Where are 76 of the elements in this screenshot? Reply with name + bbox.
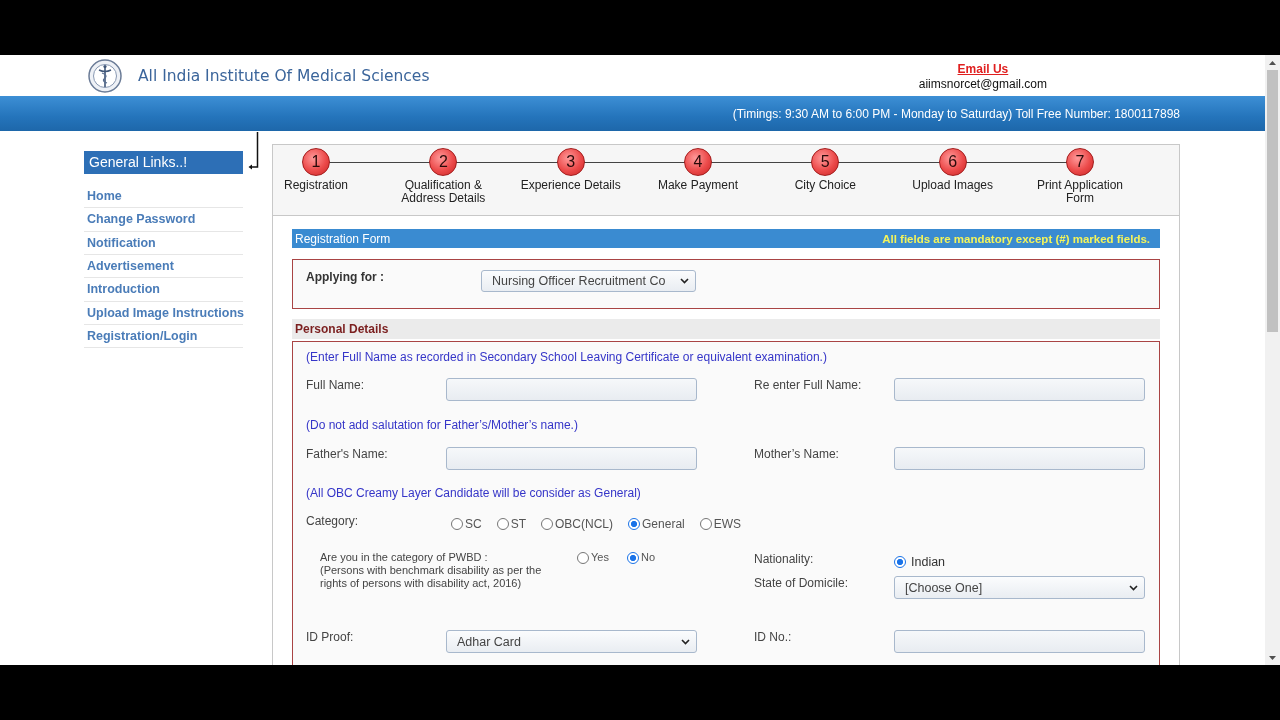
pwbd-note: (Persons with benchmark disability as per the rights of persons with disability act, 2016) [320,564,543,590]
chevron-down-icon [681,638,690,645]
step-label: Experience Details [519,179,622,192]
step-label: Qualification & Address Details [400,179,487,205]
step-label: Registration [283,179,349,192]
site-title: All India Institute Of Medical Sciences [138,66,430,85]
radio-label[interactable]: No [640,551,655,564]
radio-button[interactable] [496,518,509,530]
id-proof-dropdown[interactable]: Adhar Card [446,630,697,653]
radio-label[interactable]: OBC(NCL) [555,517,614,531]
instruction-note: (All OBC Creamy Layer Candidate will be consider as General) [306,486,642,500]
full-name-field[interactable] [446,378,697,401]
radio-button[interactable] [699,518,712,530]
sidebar-link[interactable]: Upload Image Instructions [84,301,243,325]
step-label: Upload Images [911,179,994,192]
id-number-field[interactable] [894,630,1145,653]
radio-label[interactable]: Yes [591,551,609,564]
radio-button[interactable] [451,518,463,530]
step-marker: 3 [556,148,585,176]
sidebar-link[interactable]: Advertisement [84,255,243,279]
sidebar-link[interactable]: Registration/Login [84,324,243,349]
field-label: Nationality: [754,552,815,566]
applying-for-dropdown[interactable]: Nursing Officer Recruitment Co [481,270,696,292]
timings-text: (Timings: 9:30 AM to 6:00 PM - Monday to Saturday) Toll Free Number: 1800117898 [732,106,1180,121]
field-label: Mother’s Name: [754,447,840,461]
field-label: Full Name: [306,378,365,392]
field-label: Category: [306,514,360,528]
field-label: Re enter Full Name: [754,378,863,392]
instruction-note: (Do not add salutation for Father’s/Mother’s name.) [306,418,579,432]
field-label: Applying for : [306,270,385,284]
radio-button[interactable] [577,551,589,564]
step-marker: 2 [429,148,458,176]
sidebar-link[interactable]: Introduction [84,278,243,302]
mother-name-field[interactable] [894,447,1145,470]
scroll-up-icon[interactable] [1269,60,1276,65]
field-label: State of Domicile: [754,576,850,590]
re-enter-name-field[interactable] [894,378,1145,401]
step-marker: 6 [938,148,967,176]
section-title: Registration Form [295,231,391,246]
radio-label[interactable]: SC [465,517,482,531]
emblem-icon [88,58,122,93]
sidebar-link[interactable]: Change Password [84,208,243,232]
domicile-dropdown[interactable]: [Choose One] [894,576,1145,599]
radio-label[interactable]: EWS [713,517,742,531]
radio-label[interactable]: ST [510,517,526,531]
instruction-note: (Enter Full Name as recorded in Secondary School Leaving Certificate or equivalent examination.) [306,350,828,364]
field-label: Father's Name: [306,447,389,461]
step-label: Print Application Form [1035,179,1124,205]
radio-label[interactable]: Indian [911,555,946,569]
radio-button[interactable] [626,551,639,564]
email-address: aiimsnorcet@gmail.com [918,76,1047,92]
radio-button[interactable] [541,518,553,530]
scroll-down-icon[interactable] [1269,655,1276,660]
field-label: ID Proof: [306,630,355,644]
scrollbar-thumb[interactable] [1267,70,1278,332]
corner-arrow-icon [248,132,259,170]
radio-button[interactable] [628,518,641,530]
step-label: City Choice [793,179,857,192]
step-marker: 7 [1065,148,1094,176]
step-marker: 1 [302,148,330,176]
sidebar-link[interactable]: Home [84,185,243,209]
radio-button[interactable] [894,556,906,568]
chevron-down-icon [680,278,689,284]
mandatory-note: All fields are mandatory except (#) marked fields. [882,232,1150,245]
section-title: Personal Details [295,322,389,336]
step-marker: 4 [684,148,712,176]
sidebar-heading: General Links..! [84,151,243,174]
sidebar-link[interactable]: Notification [84,231,243,255]
step-label: Make Payment [656,179,739,192]
step-marker: 5 [811,148,840,176]
field-label: ID No.: [754,630,793,644]
father-name-field[interactable] [446,447,697,470]
chevron-down-icon [1129,584,1138,591]
radio-label[interactable]: General [642,517,685,531]
pwbd-question: Are you in the category of PWBD : [320,551,489,564]
email-link[interactable]: Email Us [957,61,1009,77]
